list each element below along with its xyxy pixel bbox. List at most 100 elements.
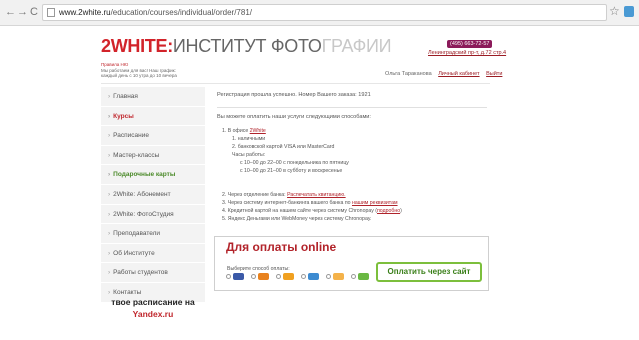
sidebar-item-gift-cards[interactable]: › Подарочные карты <box>101 165 205 185</box>
tagline-line: каждый день с 10 утра до 10 вечера <box>101 73 177 79</box>
extension-icon[interactable] <box>624 6 634 17</box>
office-hours-line: с 10–00 до 21–00 в субботу и воскресенье <box>240 168 343 174</box>
sidebar-item-label: Главная <box>113 93 138 100</box>
payment-option-emoney: 5. Яндекс Деньгами или WebMoney через си… <box>222 216 372 222</box>
payment-option-internet-banking: 3. Через систему интернет-банкинга вашег… <box>222 200 398 206</box>
option-text: 3. Через систему интернет-банкинга вашег… <box>222 200 352 206</box>
logout-link[interactable]: Выйти <box>486 71 502 77</box>
option-text: 2. Через отделение банка: <box>222 192 288 198</box>
cabinet-link[interactable]: Личный кабинет <box>438 71 479 77</box>
option-text: 4. Кредитной картой на нашем сайте через… <box>222 208 377 214</box>
payment-suboption: 2. банковской картой VISA или MasterCard <box>232 144 335 150</box>
office-hours-title: Часы работы: <box>232 152 266 158</box>
user-name: Ольга Тараканова <box>385 71 432 77</box>
radio-button[interactable] <box>226 274 231 279</box>
payment-option-bank: 2. Через отделение банка: Распечатать кв… <box>222 192 346 198</box>
browser-toolbar: ← → C www.2white.ru/education/courses/in… <box>0 0 639 26</box>
method-chronopay[interactable] <box>326 273 348 281</box>
sidebar-item-label: Курсы <box>113 112 134 120</box>
promo-line: твое расписание на <box>111 297 195 307</box>
page-icon <box>47 8 55 17</box>
sidebar-item-label: 2White: ФотоСтудия <box>113 210 174 218</box>
sidebar-item-label: Расписание <box>113 132 150 140</box>
chevron-right-icon: › <box>108 132 111 140</box>
yandex-schedule-promo[interactable]: твое расписание на Yandex.ru <box>101 296 205 320</box>
url-host: www.2white.ru <box>59 8 111 17</box>
site-logo[interactable]: 2WHITE:ИНСТИТУТ ФОТОГРАФИИ <box>101 36 392 57</box>
bookmark-star-icon[interactable]: ☆ <box>609 4 620 18</box>
pay-online-button[interactable]: Оплатить через сайт <box>376 262 482 282</box>
logo-tail: ГРАФИИ <box>321 36 392 56</box>
print-receipt-link[interactable]: Распечатать квитанцию. <box>287 192 346 198</box>
reload-button[interactable]: C <box>30 6 38 18</box>
details-link[interactable]: подробно <box>377 208 400 214</box>
url-path: /education/courses/individual/order/781/ <box>110 8 252 17</box>
sidebar-item-about[interactable]: › Об Институте <box>101 244 205 264</box>
method-visa[interactable] <box>226 273 248 281</box>
sidebar-item-label: Контакты <box>113 288 142 296</box>
method-webmoney[interactable] <box>301 273 323 281</box>
tagline: Правила НЮ Мы работаем для вас! Наш граф… <box>101 62 241 79</box>
address-bar[interactable]: www.2white.ru/education/courses/individu… <box>42 4 607 21</box>
chronopay-icon <box>333 273 344 280</box>
content-divider <box>217 107 487 108</box>
visa-icon <box>233 273 244 280</box>
user-bar: Ольга Тараканова Личный кабинет Выйти <box>385 71 502 77</box>
radio-button[interactable] <box>301 274 306 279</box>
requisites-link[interactable]: нашим реквизитам <box>352 200 398 206</box>
office-hours-line: с 10–00 до 22–00 с понедельника по пятни… <box>240 160 349 166</box>
chevron-right-icon: › <box>108 151 111 159</box>
chevron-right-icon: › <box>108 190 111 198</box>
radio-button[interactable] <box>351 274 356 279</box>
sidebar-item-photostudio[interactable]: › 2White: ФотоСтудия <box>101 205 205 225</box>
chevron-right-icon: › <box>108 112 111 120</box>
chevron-right-icon: › <box>108 210 111 218</box>
sidebar-item-subscription[interactable]: › 2White: Абонемент <box>101 185 205 205</box>
sidebar-item-courses[interactable]: › Курсы <box>101 107 205 127</box>
promo-line: Yandex.ru <box>132 309 174 319</box>
chevron-right-icon: › <box>108 288 111 296</box>
sidebar-item-home[interactable]: › Главная <box>101 87 205 107</box>
sidebar-item-label: Мастер-классы <box>113 151 160 159</box>
payment-option-office: 1. В офисе 2White <box>222 128 266 134</box>
sidebar-item-label: Подарочные карты <box>113 171 176 179</box>
option-text: ) <box>400 208 402 214</box>
address-link[interactable]: Ленинградский пр-т, д.72 стр.4 <box>428 50 506 56</box>
logo-mid: ИНСТИТУТ ФОТО <box>172 36 322 56</box>
online-payment-title: Для оплаты online <box>226 240 337 254</box>
sidebar-item-schedule[interactable]: › Расписание <box>101 126 205 146</box>
chevron-right-icon: › <box>108 249 111 257</box>
chevron-right-icon: › <box>108 269 111 277</box>
sidebar-item-masterclasses[interactable]: › Мастер-классы <box>101 146 205 166</box>
header-divider <box>101 83 490 84</box>
order-success-message: Регистрация прошла успешно. Номер Вашего… <box>217 92 371 98</box>
radio-button[interactable] <box>326 274 331 279</box>
sidebar-item-label: 2White: Абонемент <box>113 190 171 198</box>
sidebar-item-student-works[interactable]: › Работы студентов <box>101 263 205 283</box>
radio-button[interactable] <box>276 274 281 279</box>
yandex-money-icon <box>283 273 294 280</box>
payment-lead: Вы можете оплатить наши услуги следующим… <box>217 114 371 120</box>
office-link[interactable]: 2White <box>250 128 266 134</box>
payment-method-icon <box>358 273 369 280</box>
back-button[interactable]: ← <box>5 6 16 18</box>
sidebar-item-label: Работы студентов <box>113 269 168 277</box>
radio-button[interactable] <box>251 274 256 279</box>
method-yandex-money[interactable] <box>276 273 298 281</box>
phone-badge: (495) 663-72-57 <box>447 40 493 48</box>
chevron-right-icon: › <box>108 171 111 179</box>
sidebar-nav: › Главная › Курсы › Расписание › Мастер-клас… <box>101 87 205 303</box>
sidebar-item-label: Об Институте <box>113 249 155 257</box>
method-other[interactable] <box>351 273 373 281</box>
payment-suboption: 1. наличными <box>232 136 266 142</box>
forward-button[interactable]: → <box>17 6 28 18</box>
option-text: 1. В офисе <box>222 128 250 134</box>
mastercard-icon <box>258 273 269 280</box>
webmoney-icon <box>308 273 319 280</box>
sidebar-item-teachers[interactable]: › Преподаватели <box>101 224 205 244</box>
chevron-right-icon: › <box>108 230 111 238</box>
method-mastercard[interactable] <box>251 273 273 281</box>
sidebar-item-label: Преподаватели <box>113 230 161 238</box>
chevron-right-icon: › <box>108 93 111 100</box>
logo-bold: 2WHITE: <box>101 36 173 56</box>
